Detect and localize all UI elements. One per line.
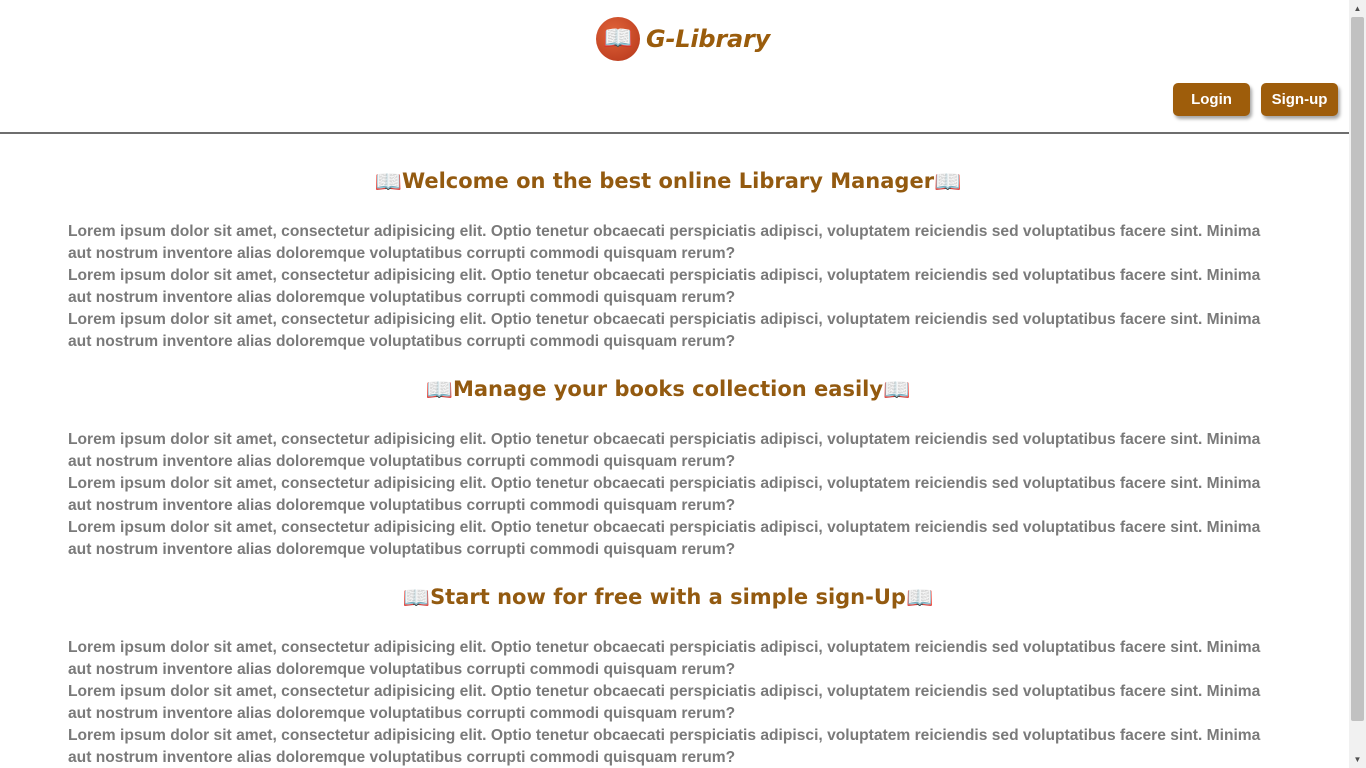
section-body-manage: Lorem ipsum dolor sit amet, consectetur … (68, 429, 1268, 561)
paragraph: Lorem ipsum dolor sit amet, consectetur … (68, 267, 1261, 306)
open-book-icon: 📖 (374, 170, 402, 195)
scroll-down-arrow-icon[interactable]: ▼ (1349, 751, 1366, 768)
section-body-start: Lorem ipsum dolor sit amet, consectetur … (68, 637, 1268, 768)
scroll-up-arrow-icon[interactable]: ▲ (1349, 0, 1366, 17)
open-book-icon: 📖 (883, 378, 911, 403)
paragraph: Lorem ipsum dolor sit amet, consectetur … (68, 519, 1261, 558)
section-title-text: Welcome on the best online Library Manag… (401, 169, 935, 193)
paragraph: Lorem ipsum dolor sit amet, consectetur … (68, 223, 1261, 262)
paragraph: Lorem ipsum dolor sit amet, consectetur … (68, 683, 1261, 722)
paragraph: Lorem ipsum dolor sit amet, consectetur … (68, 311, 1261, 350)
open-book-icon: 📖 (402, 586, 431, 611)
paragraph: Lorem ipsum dolor sit amet, consectetur … (68, 431, 1261, 470)
brand[interactable]: 📖 G-Library (596, 17, 770, 61)
top-header: 📖 G-Library Login Sign-up (0, 0, 1349, 134)
paragraph: Lorem ipsum dolor sit amet, consectetur … (68, 639, 1261, 678)
section-title-text: Manage your books collection easily (452, 377, 884, 401)
open-book-icon: 📖 (934, 170, 962, 195)
section-title-text: Start now for free with a simple sign-Up (430, 585, 906, 609)
landing-page: 📖 G-Library Login Sign-up 📖Welcome on th… (0, 0, 1349, 768)
scroll-thumb[interactable] (1351, 17, 1364, 721)
paragraph: Lorem ipsum dolor sit amet, consectetur … (68, 727, 1261, 766)
open-book-icon: 📖 (905, 586, 934, 611)
section-body-welcome: Lorem ipsum dolor sit amet, consectetur … (68, 221, 1268, 353)
paragraph: Lorem ipsum dolor sit amet, consectetur … (68, 475, 1261, 514)
login-button[interactable]: Login (1173, 83, 1250, 116)
vertical-scrollbar[interactable]: ▲ ▼ (1349, 0, 1366, 768)
signup-button[interactable]: Sign-up (1261, 83, 1338, 116)
brand-name: G-Library (646, 25, 771, 53)
open-book-icon: 📖 (596, 17, 640, 61)
open-book-icon: 📖 (425, 378, 453, 403)
